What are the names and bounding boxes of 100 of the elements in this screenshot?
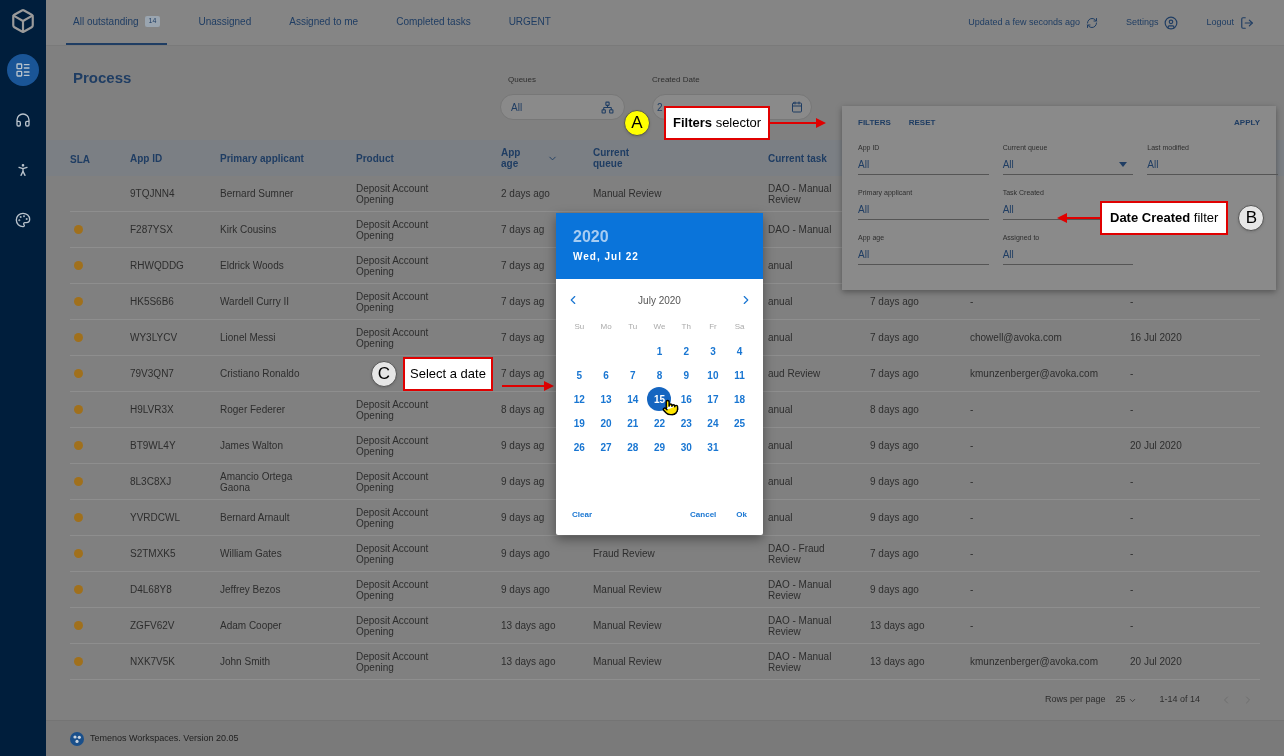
- calendar-day[interactable]: 26: [567, 435, 592, 459]
- column-header[interactable]: Product: [356, 152, 394, 164]
- table-cell-text: Deposit Account Opening: [356, 470, 430, 493]
- panel-action-button[interactable]: RESET: [908, 117, 936, 129]
- column-header[interactable]: App ID: [130, 152, 163, 164]
- calendar-day[interactable]: 11: [727, 363, 752, 387]
- column-header[interactable]: SLA: [70, 154, 90, 165]
- calendar-day[interactable]: 6: [594, 363, 619, 387]
- table-cell-text: 7 days ag: [501, 296, 546, 307]
- calendar-day[interactable]: 1: [647, 339, 672, 363]
- field-label: Queues: [507, 74, 538, 86]
- table-cell-text: Kirk Cousins: [220, 224, 278, 235]
- table-cell-text: 79V3QN7: [130, 368, 175, 379]
- logout-button[interactable]: Logout: [1206, 0, 1254, 45]
- calendar-day[interactable]: 9: [674, 363, 699, 387]
- table-cell-text: Lionel Messi: [220, 332, 277, 343]
- table-cell-text: anual: [768, 512, 794, 523]
- panel-action-button[interactable]: FILTERS: [858, 117, 891, 129]
- tab[interactable]: Completed tasks: [389, 0, 478, 45]
- column-header[interactable]: Current task: [768, 152, 838, 164]
- tab[interactable]: URGENT: [501, 0, 558, 45]
- calendar-day[interactable]: 7: [620, 363, 645, 387]
- table-cell-text: 8L3C8XJ: [130, 476, 173, 487]
- settings-button[interactable]: Settings: [1125, 0, 1179, 45]
- calendar-day[interactable]: 8: [647, 363, 672, 387]
- table-cell-text: HK5S6B6: [130, 296, 175, 307]
- calendar-day[interactable]: 18: [727, 387, 752, 411]
- filter-field[interactable]: All: [858, 155, 989, 175]
- sidebar-item[interactable]: [7, 54, 39, 86]
- calendar-day[interactable]: 17: [700, 387, 725, 411]
- table-cell-text: -: [1130, 512, 1135, 523]
- filter-field[interactable]: All: [858, 200, 989, 220]
- table-cell-text: Deposit Account Opening: [356, 398, 430, 421]
- table-cell-text: Deposit Account Opening: [356, 506, 430, 529]
- weekday-label: Su: [574, 321, 585, 333]
- table-cell-text: S2TMXK5: [130, 548, 177, 559]
- filter-field[interactable]: All: [1002, 155, 1134, 175]
- filter-field[interactable]: All: [1002, 245, 1134, 265]
- calendar-day[interactable]: 19: [567, 411, 592, 435]
- table-cell-text: 13 days ago: [870, 656, 926, 667]
- table-cell-text: RHWQDDG: [130, 260, 185, 271]
- weekday-label: Th: [681, 321, 691, 333]
- calendar-day[interactable]: 15: [647, 387, 672, 411]
- filter-field[interactable]: All: [1147, 155, 1278, 175]
- tab[interactable]: Unassigned: [191, 0, 259, 45]
- calendar-day[interactable]: 23: [674, 411, 699, 435]
- footer-text: Temenos Workspaces. Version 20.05: [90, 731, 239, 745]
- calendar-day[interactable]: 29: [647, 435, 672, 459]
- table-cell-text: Bernard Arnault: [220, 512, 291, 523]
- calendar-day[interactable]: 27: [594, 435, 619, 459]
- filter-field[interactable]: All: [858, 245, 989, 265]
- calendar-day[interactable]: 12: [567, 387, 592, 411]
- tab[interactable]: Assigned to me: [282, 0, 366, 45]
- table-cell-text: 13 days ago: [870, 620, 926, 631]
- apply-button[interactable]: APPLY: [1234, 117, 1260, 129]
- calendar-day[interactable]: 25: [727, 411, 752, 435]
- table-cell-text: 9 days ag: [501, 440, 546, 451]
- calendar-day[interactable]: 28: [620, 435, 645, 459]
- table-cell-text: 16 Jul 2020: [1130, 332, 1183, 343]
- picker-action-button[interactable]: Clear: [562, 505, 602, 525]
- calendar-day[interactable]: 10: [700, 363, 725, 387]
- table-cell-text: kmunzenberger@avoka.com: [970, 656, 1099, 667]
- calendar-day[interactable]: 3: [700, 339, 725, 363]
- footer-logo-icon: [70, 731, 84, 746]
- column-header[interactable]: App age: [501, 147, 558, 169]
- annotation-marker: C: [371, 361, 397, 387]
- calendar-day[interactable]: 24: [700, 411, 725, 435]
- table-cell-text: NXK7V5K: [130, 656, 177, 667]
- table-cell-text: -: [970, 404, 975, 415]
- table-cell-text: Deposit Account Opening: [356, 578, 430, 601]
- queues-field[interactable]: All: [500, 94, 625, 120]
- calendar-day[interactable]: 2: [674, 339, 699, 363]
- table-cell-text: kmunzenberger@avoka.com: [970, 368, 1099, 379]
- column-header[interactable]: Primary applicant: [220, 152, 304, 164]
- table-cell-text: Manual Review: [593, 620, 663, 631]
- table-cell-text: 8 days ag: [501, 404, 546, 415]
- calendar-day[interactable]: 16: [674, 387, 699, 411]
- calendar-day[interactable]: 4: [727, 339, 752, 363]
- picker-action-button[interactable]: Cancel: [680, 505, 727, 525]
- page-title: Process: [73, 69, 132, 86]
- calendar-day[interactable]: 22: [647, 411, 672, 435]
- calendar-day[interactable]: 20: [594, 411, 619, 435]
- rows-per-page-select[interactable]: 25: [1115, 693, 1138, 707]
- calendar-day[interactable]: 13: [594, 387, 619, 411]
- calendar-day[interactable]: 5: [567, 363, 592, 387]
- table-cell-text: 7 days ag: [501, 368, 546, 379]
- table-cell-text: Jeffrey Bezos: [220, 584, 282, 595]
- table-cell-text: -: [1130, 476, 1135, 487]
- calendar-day[interactable]: 14: [620, 387, 645, 411]
- picker-year[interactable]: 2020: [573, 228, 609, 246]
- table-cell-text: H9LVR3X: [130, 404, 175, 415]
- picker-action-button[interactable]: Ok: [726, 505, 757, 525]
- refresh-icon[interactable]: [1085, 16, 1098, 29]
- calendar-day[interactable]: 31: [700, 435, 725, 459]
- calendar-day[interactable]: 30: [674, 435, 699, 459]
- table-cell-text: Deposit Account Opening: [356, 218, 430, 241]
- column-header[interactable]: Current queue: [593, 147, 643, 169]
- calendar-day[interactable]: 21: [620, 411, 645, 435]
- table-cell-text: 9 days ago: [870, 512, 920, 523]
- table-cell-text: Bernard Sumner: [220, 188, 295, 199]
